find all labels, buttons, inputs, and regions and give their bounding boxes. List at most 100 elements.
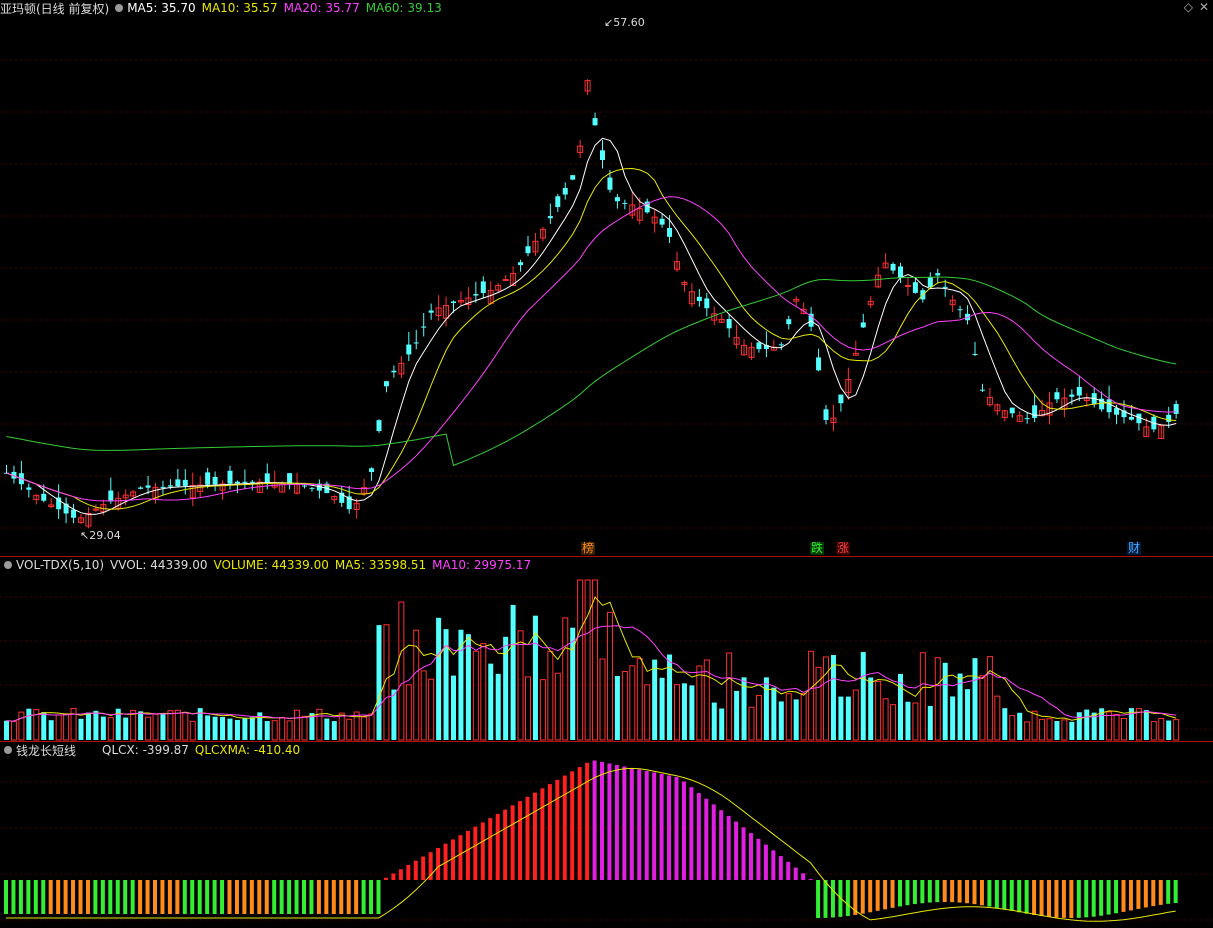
candle-body-down <box>1128 416 1134 420</box>
candle-body-down <box>912 282 918 293</box>
candle-body-down <box>756 342 762 350</box>
vol-ma5-line <box>6 596 1177 722</box>
indicator-bar <box>1024 880 1029 914</box>
volume-bar-up <box>428 678 435 741</box>
indicator-bar <box>912 880 917 905</box>
volume-bar-down <box>227 718 233 740</box>
volume-bar-up <box>592 579 599 741</box>
candle-body-down <box>614 197 620 202</box>
indicator-bar <box>130 880 135 914</box>
candle-body-down <box>26 487 32 490</box>
ma20-readout: MA20: 35.77 <box>283 1 360 15</box>
indicator-bar <box>153 880 157 914</box>
candle-body-down <box>838 394 844 404</box>
indicator-chart[interactable] <box>0 742 1213 928</box>
volume-bar-down <box>48 720 54 740</box>
candle-body-down <box>175 479 181 487</box>
volume-bar-down <box>830 655 836 740</box>
candle-body-down <box>979 389 985 391</box>
indicator-bar <box>1032 880 1037 915</box>
indicator-bar <box>1009 880 1014 911</box>
indicator-bar <box>473 826 478 880</box>
volume-chart[interactable] <box>0 557 1213 741</box>
indicator-bar <box>898 880 902 907</box>
indicator-bar <box>622 766 627 880</box>
event-mark-die[interactable]: 跌 <box>810 542 825 555</box>
indicator-bar <box>1121 880 1126 912</box>
candle-body-down <box>480 281 486 294</box>
indicator-bar <box>667 775 672 880</box>
volume-bar-up <box>912 702 919 741</box>
indicator-bar <box>1061 880 1066 918</box>
volume-bar-up <box>808 650 815 741</box>
volume-pane[interactable]: VOL-TDX(5,10) VVOL: 44339.00 VOLUME: 443… <box>0 557 1213 741</box>
volume-bar-up <box>70 707 77 741</box>
indicator-bar <box>905 880 910 906</box>
candle-body-down <box>607 177 613 190</box>
indicator-bar <box>987 880 992 907</box>
indicator-bar <box>354 880 359 914</box>
indicator-bar <box>555 779 560 880</box>
indicator-bar <box>197 880 202 914</box>
indicator-bar <box>339 880 344 914</box>
volume-bar-down <box>242 718 248 740</box>
volume-bar-down <box>205 715 211 740</box>
indicator-bar <box>540 788 545 880</box>
indicator-bar <box>421 856 426 880</box>
volume-bar-down <box>860 652 866 740</box>
volume-bar-down <box>249 717 255 740</box>
indicator-bar <box>890 880 895 908</box>
menu-dot-icon[interactable] <box>4 561 12 569</box>
indicator-name[interactable]: 钱龙长短线 <box>16 742 76 759</box>
volume-bar-up <box>1031 710 1038 741</box>
candle-body-down <box>555 196 561 208</box>
indicator-bar <box>249 880 254 914</box>
indicator-bar <box>190 880 195 914</box>
candle-body-down <box>391 370 397 373</box>
candle-body-down <box>1106 399 1112 413</box>
indicator-bar <box>48 880 53 914</box>
indicator-bar <box>242 880 247 914</box>
indicator-bar <box>637 769 642 880</box>
menu-dot-icon[interactable] <box>4 746 12 754</box>
indicator-bar <box>383 877 388 880</box>
volume-bar-down <box>220 716 226 740</box>
indicator-bar <box>413 860 418 880</box>
price-chart[interactable] <box>0 0 1213 556</box>
candle-body-down <box>376 420 382 431</box>
indicator-bar <box>1136 880 1141 909</box>
diamond-icon[interactable]: ◇ <box>1184 0 1193 14</box>
volume-bar-up <box>405 684 412 741</box>
event-mark-bang[interactable]: 榜 <box>581 542 596 555</box>
candle-body-down <box>935 273 941 276</box>
indicator-bar <box>1002 880 1007 910</box>
volume-bar-up <box>1113 713 1120 741</box>
volume-bar-up <box>398 601 405 741</box>
indicator-bar <box>346 880 351 914</box>
indicator-bar <box>868 880 873 913</box>
indicator-pane[interactable]: 钱龙长短线 QLCX: -399.87 QLCXMA: -410.40 <box>0 742 1213 928</box>
vol-indicator-name[interactable]: VOL-TDX(5,10) <box>16 558 104 572</box>
candle-body-down <box>145 485 151 488</box>
indicator-bar <box>1084 880 1089 918</box>
volume-bar-down <box>1166 720 1172 740</box>
volume-bar-down <box>942 662 948 740</box>
volume-bar-down <box>1002 708 1008 740</box>
volume-bar-down <box>93 710 99 740</box>
volume-bar-up <box>167 710 174 741</box>
indicator-bar <box>525 796 530 880</box>
indicator-bar <box>1047 880 1051 917</box>
volume-bar-up <box>130 709 137 741</box>
price-pane[interactable]: 亚玛顿(日线 前复权) MA5: 35.70 MA10: 35.57 MA20:… <box>0 0 1213 556</box>
stock-title[interactable]: 亚玛顿(日线 前复权) <box>0 0 109 17</box>
candle-body-down <box>1076 386 1082 396</box>
event-mark-zhang[interactable]: 涨 <box>836 542 851 555</box>
candle-body-down <box>667 227 673 237</box>
volume-bar-up <box>1106 711 1113 741</box>
indicator-bar <box>808 879 813 881</box>
event-mark-cai[interactable]: 财 <box>1127 542 1142 555</box>
indicator-bar <box>518 801 523 880</box>
menu-dot-icon[interactable] <box>115 4 124 12</box>
volume-bar-up <box>599 658 606 741</box>
close-icon[interactable]: ✕ <box>1199 0 1209 14</box>
